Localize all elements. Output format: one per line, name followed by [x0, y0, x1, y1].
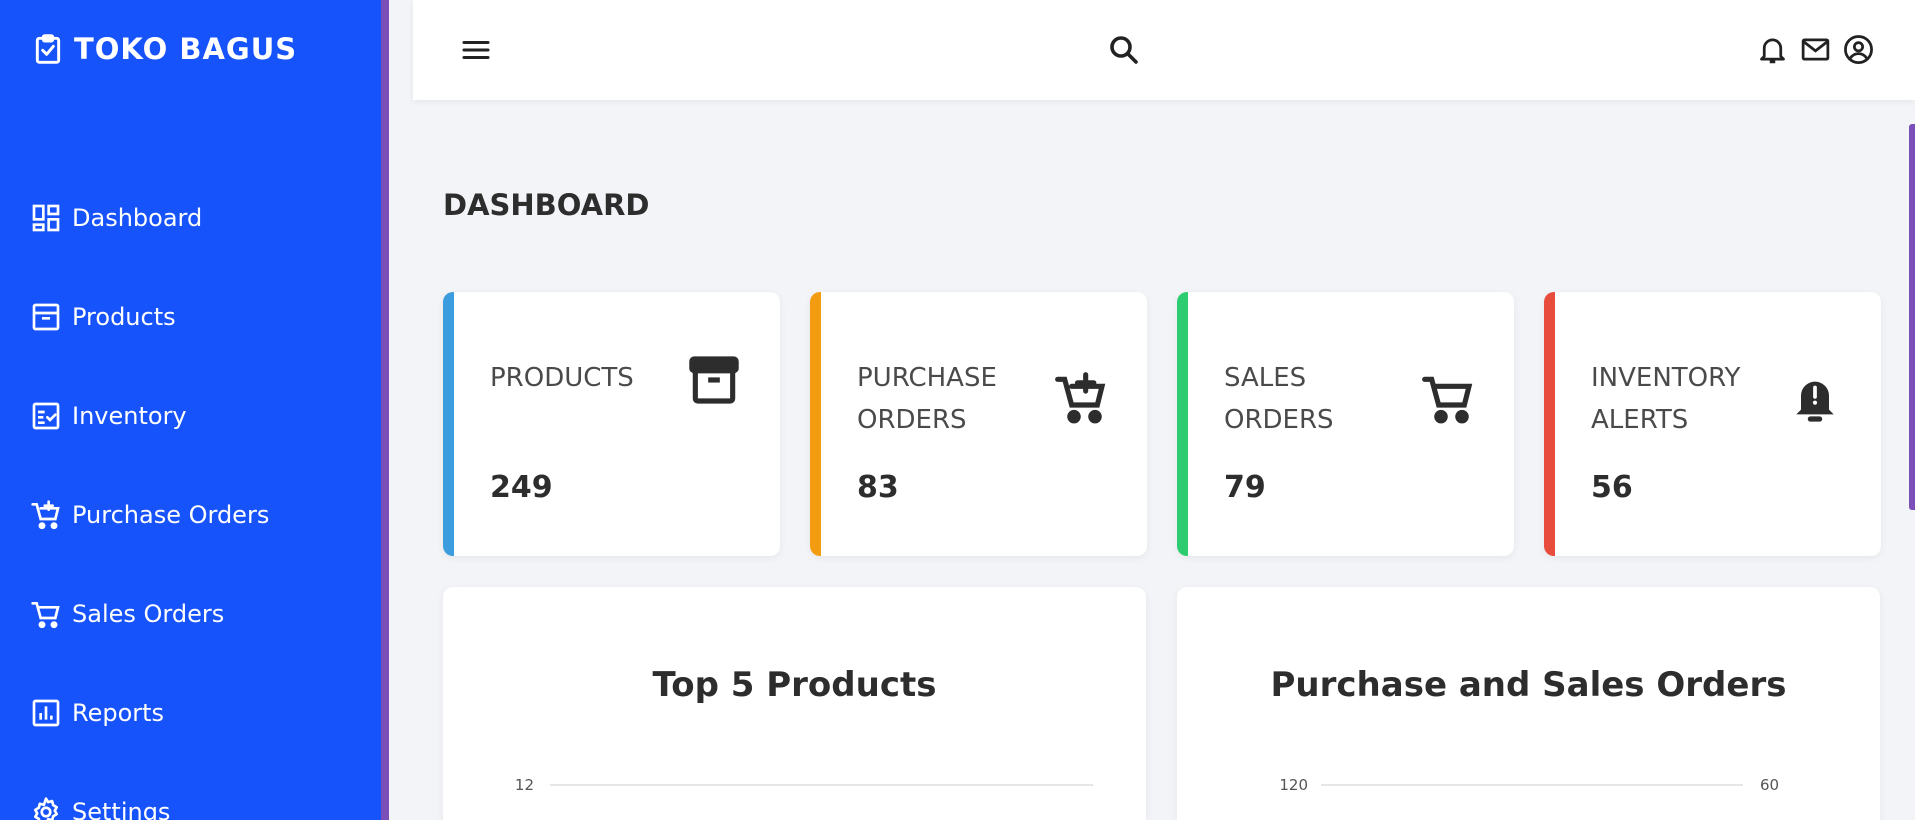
topbar-actions [1756, 33, 1875, 66]
card-accent [443, 292, 454, 556]
sidebar-nav: Dashboard Products Inventory Purchase Or… [30, 168, 269, 820]
archive-icon [689, 356, 739, 404]
sidebar-item-label: Products [72, 302, 176, 331]
stat-label: PRODUCTS [490, 363, 634, 393]
sidebar-item-dashboard[interactable]: Dashboard [30, 168, 269, 267]
topbar [413, 0, 1915, 100]
chart-purchase-sales: 120 60 [1279, 776, 1779, 794]
sidebar: TOKO BAGUS Dashboard Products Inventory [0, 0, 381, 820]
stat-card-sales-orders[interactable]: SALES ORDERS 79 [1177, 292, 1514, 556]
card-accent [810, 292, 821, 556]
sidebar-item-purchase-orders[interactable]: Purchase Orders [30, 465, 269, 564]
y-tick-label: 12 [515, 776, 534, 794]
brand-title: TOKO BAGUS [74, 32, 298, 66]
sidebar-item-products[interactable]: Products [30, 267, 269, 366]
cart-icon [31, 601, 60, 628]
sidebar-item-settings[interactable]: Settings [30, 762, 269, 820]
account-icon[interactable] [1842, 33, 1875, 66]
sidebar-item-label: Sales Orders [72, 599, 225, 628]
sidebar-item-label: Purchase Orders [72, 500, 270, 529]
sidebar-item-reports[interactable]: Reports [30, 663, 269, 762]
mail-icon[interactable] [1799, 33, 1832, 66]
card-accent [1177, 292, 1188, 556]
stat-card-inventory-alerts[interactable]: INVENTORY ALERTS 56 [1544, 292, 1881, 556]
page-title: DASHBOARD [443, 188, 650, 222]
stat-card-products[interactable]: PRODUCTS 249 [443, 292, 780, 556]
dashboard-icon [32, 204, 60, 231]
cart-plus-icon [31, 499, 60, 529]
sidebar-item-inventory[interactable]: Inventory [30, 366, 269, 465]
chart-top-products: 12 [515, 776, 1093, 794]
archive-icon [32, 303, 60, 330]
cart-icon [1422, 376, 1473, 424]
sidebar-item-label: Settings [72, 797, 171, 820]
checklist-icon [32, 402, 60, 429]
gear-icon [34, 796, 58, 820]
stat-value: 249 [490, 470, 553, 505]
brand[interactable]: TOKO BAGUS [32, 32, 297, 66]
sidebar-item-label: Dashboard [72, 203, 203, 232]
stat-value: 79 [1224, 470, 1266, 505]
bell-icon[interactable] [1756, 33, 1789, 66]
bar-report-icon [32, 699, 60, 726]
sidebar-item-label: Reports [72, 698, 165, 727]
cart-plus-icon [1055, 372, 1106, 424]
sidebar-edge [381, 0, 389, 820]
sidebar-item-label: Inventory [72, 401, 187, 430]
chart-card-top-products: Top 5 Products 12 [443, 587, 1146, 820]
stat-value: 56 [1591, 470, 1633, 505]
clipboard-check-icon [35, 34, 61, 64]
card-accent [1544, 292, 1555, 556]
chart-card-purchase-sales: Purchase and Sales Orders 120 60 [1177, 587, 1880, 820]
stat-label: SALES ORDERS [1224, 363, 1334, 435]
search-icon[interactable] [1106, 32, 1142, 68]
stat-label: INVENTORY ALERTS [1591, 363, 1741, 435]
stat-label: PURCHASE ORDERS [857, 363, 997, 435]
y-tick-label-right: 60 [1760, 776, 1779, 794]
menu-icon[interactable] [457, 32, 495, 68]
sidebar-item-sales-orders[interactable]: Sales Orders [30, 564, 269, 663]
stat-value: 83 [857, 470, 899, 505]
stat-card-purchase-orders[interactable]: PURCHASE ORDERS 83 [810, 292, 1147, 556]
y-tick-label-left: 120 [1279, 776, 1308, 794]
scrollbar-thumb[interactable] [1909, 124, 1915, 510]
bell-alert-icon [1796, 381, 1834, 422]
